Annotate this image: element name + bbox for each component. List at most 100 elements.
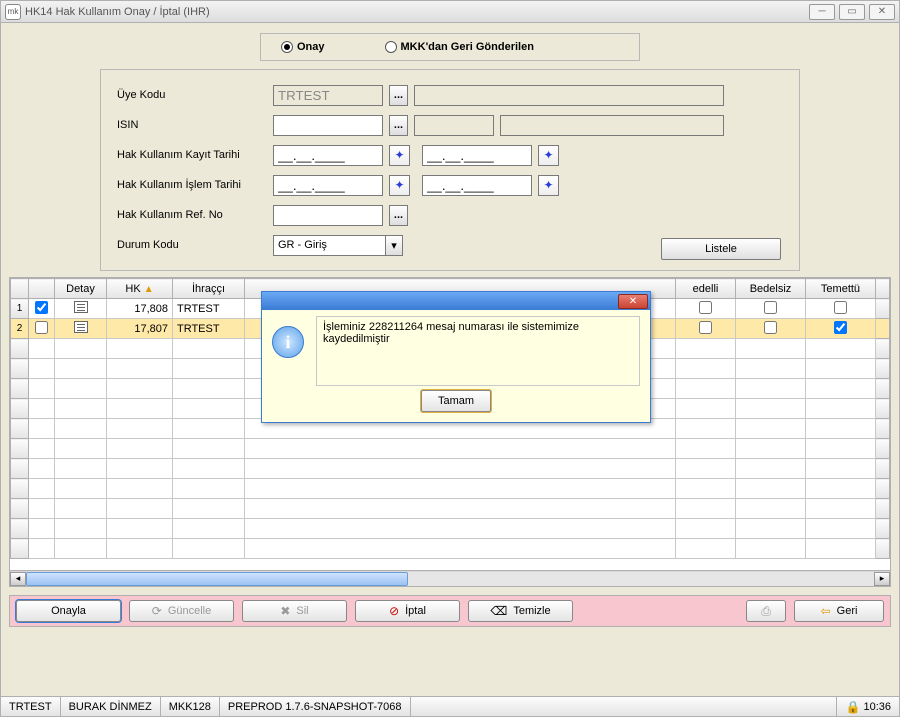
cancel-icon: ⊘ xyxy=(389,604,399,618)
table-row xyxy=(11,499,890,519)
radio-mkk[interactable]: MKK'dan Geri Gönderilen xyxy=(385,41,534,53)
mode-toggle-panel: Onay MKK'dan Geri Gönderilen xyxy=(260,33,640,61)
uye-kodu-field[interactable] xyxy=(273,85,383,106)
col-bedelli[interactable]: edelli xyxy=(676,279,736,299)
status-time: 10:36 xyxy=(863,701,891,713)
iptal-button[interactable]: ⊘ İptal xyxy=(355,600,460,622)
durum-kodu-value: GR - Giriş xyxy=(278,239,327,251)
ref-no-lookup[interactable]: ... xyxy=(389,205,408,226)
table-row xyxy=(11,439,890,459)
row-tail xyxy=(876,319,890,339)
sil-label: Sil xyxy=(296,605,308,617)
radio-dot xyxy=(385,41,397,53)
maximize-button[interactable]: ▭ xyxy=(839,4,865,20)
kayit-tarihi-from[interactable] xyxy=(273,145,383,166)
geri-button[interactable]: ⇦ Geri xyxy=(794,600,884,622)
kayit-tarihi-to[interactable] xyxy=(422,145,532,166)
back-icon: ⇦ xyxy=(821,604,831,618)
table-row xyxy=(11,539,890,559)
horizontal-scrollbar[interactable]: ◂ ▸ xyxy=(10,570,890,586)
ihracci-cell: TRTEST xyxy=(173,319,245,339)
action-bar: Onayla ⟳ Güncelle ✖ Sil ⊘ İptal ⌫ Temizl… xyxy=(9,595,891,627)
eraser-icon: ⌫ xyxy=(490,604,507,618)
sort-up-icon: ▲ xyxy=(144,284,154,295)
radio-dot xyxy=(281,41,293,53)
detail-icon xyxy=(74,301,88,313)
print-button[interactable]: ⎙ xyxy=(746,600,786,622)
filter-form: Üye Kodu ... ISIN ... Hak Kullanım Kayıt… xyxy=(100,69,800,271)
calendar-icon[interactable]: ✦ xyxy=(389,175,410,196)
isin-label: ISIN xyxy=(117,119,267,131)
durum-kodu-combo[interactable]: GR - Giriş ▾ xyxy=(273,235,403,256)
uye-kodu-desc xyxy=(414,85,724,106)
status-bar: TRTEST BURAK DİNMEZ MKK128 PREPROD 1.7.6… xyxy=(1,696,899,716)
ref-no-field[interactable] xyxy=(273,205,383,226)
col-temettu[interactable]: Temettü xyxy=(806,279,876,299)
window-title: HK14 Hak Kullanım Onay / İptal (IHR) xyxy=(25,6,809,18)
minimize-button[interactable]: ─ xyxy=(809,4,835,20)
col-bedelsiz[interactable]: Bedelsiz xyxy=(736,279,806,299)
guncelle-label: Güncelle xyxy=(168,605,211,617)
dialog-ok-label: Tamam xyxy=(438,395,474,407)
listele-button[interactable]: Listele xyxy=(661,238,781,260)
row-select[interactable] xyxy=(29,319,55,339)
bedelsiz-cell[interactable] xyxy=(736,299,806,319)
hk-cell: 17,807 xyxy=(107,319,173,339)
bedelli-cell[interactable] xyxy=(676,319,736,339)
radio-onay-label: Onay xyxy=(297,41,325,53)
close-button[interactable]: ✕ xyxy=(869,4,895,20)
info-icon: i xyxy=(272,326,304,358)
table-row xyxy=(11,459,890,479)
detay-cell[interactable] xyxy=(55,319,107,339)
status-user: BURAK DİNMEZ xyxy=(61,697,161,716)
calendar-icon[interactable]: ✦ xyxy=(538,175,559,196)
corner-cell xyxy=(11,279,29,299)
isin-lookup[interactable]: ... xyxy=(389,115,408,136)
printer-icon: ⎙ xyxy=(761,604,771,619)
scroll-right-icon[interactable]: ▸ xyxy=(874,572,890,586)
temettu-cell[interactable] xyxy=(806,319,876,339)
dialog-close-button[interactable]: ✕ xyxy=(618,294,648,309)
chevron-down-icon[interactable]: ▾ xyxy=(385,236,402,255)
table-row xyxy=(11,519,890,539)
kayit-tarihi-label: Hak Kullanım Kayıt Tarihi xyxy=(117,149,267,161)
islem-tarihi-from[interactable] xyxy=(273,175,383,196)
col-detay[interactable]: Detay xyxy=(55,279,107,299)
info-dialog: ✕ i İşleminiz 228211264 mesaj numarası i… xyxy=(261,291,651,423)
geri-label: Geri xyxy=(837,605,858,617)
dialog-titlebar[interactable]: ✕ xyxy=(262,292,650,310)
uye-kodu-lookup[interactable]: ... xyxy=(389,85,408,106)
detay-cell[interactable] xyxy=(55,299,107,319)
col-hk[interactable]: HK ▲ xyxy=(107,279,173,299)
scroll-track[interactable] xyxy=(26,572,874,586)
radio-mkk-label: MKK'dan Geri Gönderilen xyxy=(401,41,534,53)
bedelsiz-cell[interactable] xyxy=(736,319,806,339)
bedelli-cell[interactable] xyxy=(676,299,736,319)
temettu-cell[interactable] xyxy=(806,299,876,319)
sil-button[interactable]: ✖ Sil xyxy=(242,600,347,622)
dialog-ok-button[interactable]: Tamam xyxy=(421,390,491,412)
calendar-icon[interactable]: ✦ xyxy=(538,145,559,166)
table-row xyxy=(11,479,890,499)
isin-field[interactable] xyxy=(273,115,383,136)
radio-onay[interactable]: Onay xyxy=(281,41,325,53)
scroll-thumb[interactable] xyxy=(26,572,408,586)
islem-tarihi-to[interactable] xyxy=(422,175,532,196)
onayla-button[interactable]: Onayla xyxy=(16,600,121,622)
scroll-col xyxy=(876,279,890,299)
status-env: PREPROD 1.7.6-SNAPSHOT-7068 xyxy=(220,697,411,716)
guncelle-button[interactable]: ⟳ Güncelle xyxy=(129,600,234,622)
col-select[interactable] xyxy=(29,279,55,299)
status-terminal: MKK128 xyxy=(161,697,220,716)
refresh-icon: ⟳ xyxy=(152,604,162,618)
row-index: 1 xyxy=(11,299,29,319)
calendar-icon[interactable]: ✦ xyxy=(389,145,410,166)
lock-icon: 🔒 xyxy=(845,700,860,714)
scroll-left-icon[interactable]: ◂ xyxy=(10,572,26,586)
hk-cell: 17,808 xyxy=(107,299,173,319)
col-ihracci[interactable]: İhraççı xyxy=(173,279,245,299)
row-select[interactable] xyxy=(29,299,55,319)
ihracci-cell: TRTEST xyxy=(173,299,245,319)
row-tail xyxy=(876,299,890,319)
temizle-button[interactable]: ⌫ Temizle xyxy=(468,600,573,622)
